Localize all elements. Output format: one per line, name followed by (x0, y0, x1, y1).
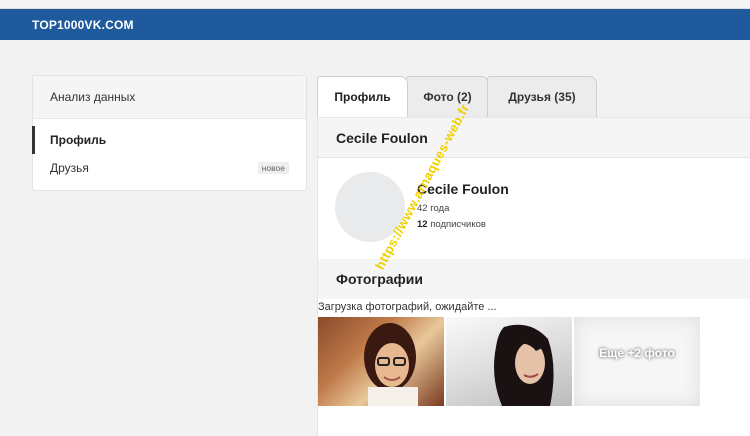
profile-subscribers: 12 подписчиков (417, 219, 486, 230)
sidebar-item-label: Профиль (50, 133, 107, 147)
sidebar: Анализ данных Профиль Друзья новое (32, 75, 307, 191)
sidebar-item-profile[interactable]: Профиль (32, 126, 306, 154)
browser-strip (0, 0, 750, 9)
sidebar-item-friends[interactable]: Друзья новое (33, 154, 306, 182)
profile-panel: Cecile Foulon Cecile Foulon 42 года 12 п… (317, 117, 750, 436)
site-logo[interactable]: TOP1000VK.COM (32, 18, 134, 32)
photo-thumbnail[interactable] (318, 317, 444, 406)
profile-age: 42 года (417, 203, 450, 214)
more-photos-button[interactable]: Еще +2 фото (574, 317, 700, 406)
tab-photos[interactable]: Фото (2) (406, 76, 489, 117)
sidebar-header: Анализ данных (33, 76, 306, 119)
photo-woman-glasses (364, 323, 418, 406)
new-badge: новое (257, 162, 289, 174)
tab-friends[interactable]: Друзья (35) (487, 76, 597, 117)
subscribers-label: подписчиков (430, 219, 486, 230)
tab-profile[interactable]: Профиль (317, 76, 408, 117)
top-navbar: TOP1000VK.COM (0, 9, 750, 40)
photo-thumbnail[interactable] (446, 317, 572, 406)
page-title: Cecile Foulon (318, 118, 750, 158)
sidebar-item-label: Друзья (50, 161, 89, 175)
subscribers-count: 12 (417, 219, 428, 230)
photos-loading-text: Загрузка фотографий, ожидайте ... (318, 301, 497, 313)
profile-tabs: Профиль Фото (2) Друзья (35) (317, 76, 750, 117)
photo-woman-dark-hair (494, 324, 554, 406)
